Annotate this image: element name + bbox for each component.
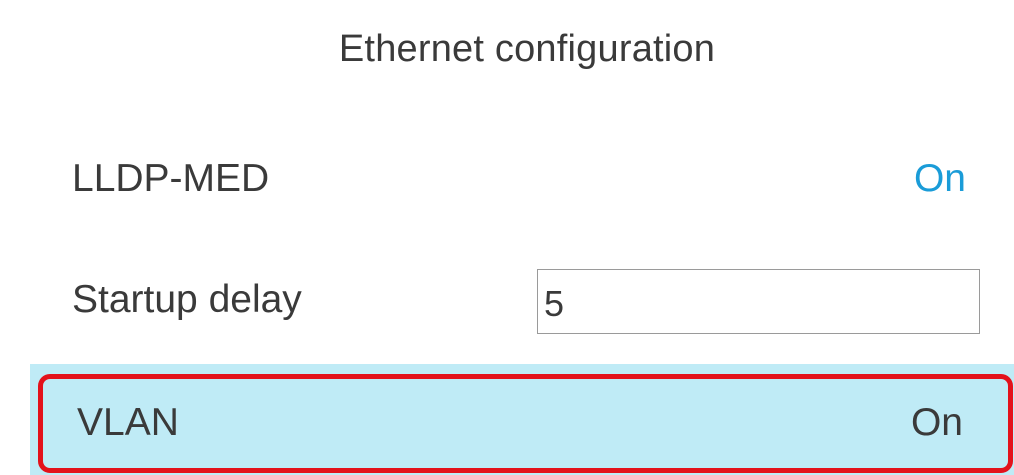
setting-value-lldp-med: On — [913, 157, 966, 200]
setting-label-vlan: VLAN — [77, 401, 179, 444]
setting-label-startup-delay: Startup delay — [72, 278, 302, 321]
setting-row-vlan[interactable]: VLAN On — [38, 374, 1013, 473]
setting-row-startup-delay: Startup delay — [30, 258, 1014, 338]
setting-label-lldp-med: LLDP-MED — [72, 157, 270, 200]
setting-value-vlan: On — [910, 401, 963, 444]
startup-delay-input[interactable] — [537, 269, 980, 334]
page-title: Ethernet configuration — [338, 28, 716, 70]
setting-row-lldp-med[interactable]: LLDP-MED On — [30, 138, 1014, 218]
ethernet-configuration-screen: Ethernet configuration LLDP-MED On Start… — [0, 0, 1014, 475]
